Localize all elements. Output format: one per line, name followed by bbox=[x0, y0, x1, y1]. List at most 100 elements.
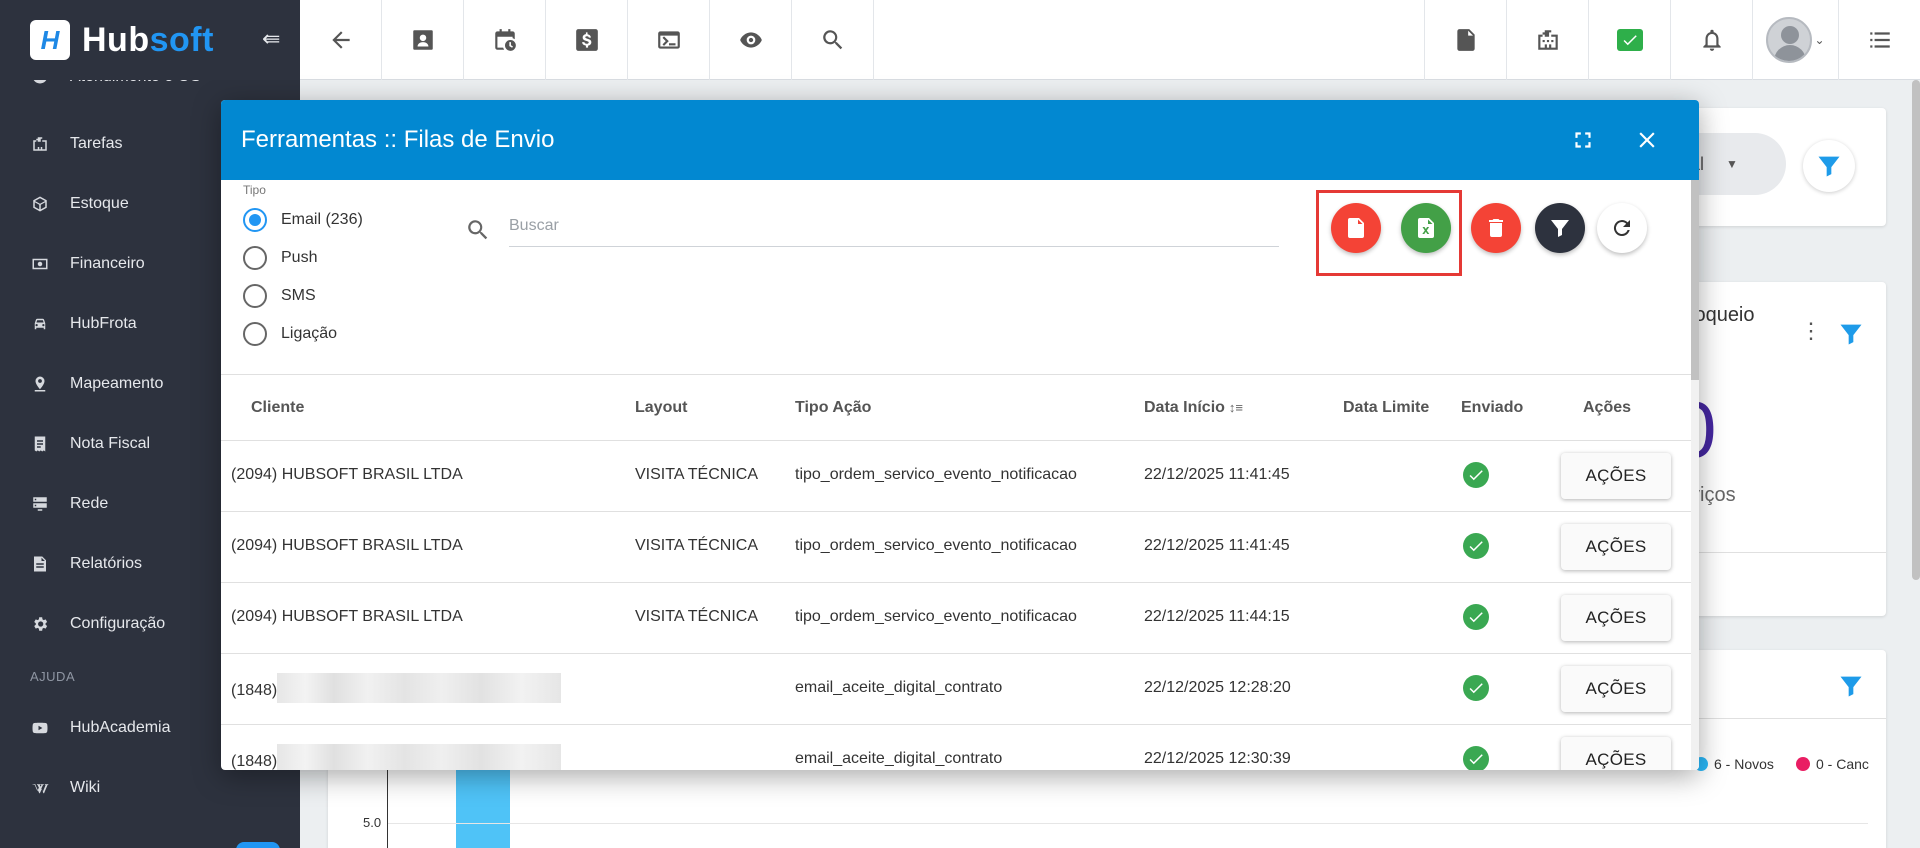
receipt-icon bbox=[30, 434, 50, 454]
radio-button[interactable] bbox=[243, 284, 267, 308]
brand[interactable]: H Hubsoft ⇚ bbox=[0, 0, 300, 80]
map-pin-icon bbox=[30, 374, 50, 394]
eye-icon bbox=[739, 32, 762, 48]
pdf-tools-button[interactable] bbox=[1424, 0, 1506, 80]
radio-button[interactable] bbox=[243, 246, 267, 270]
acoes-button[interactable]: AÇÕES bbox=[1561, 595, 1671, 641]
notifications-button[interactable] bbox=[1670, 0, 1752, 80]
youtube-icon bbox=[30, 718, 50, 738]
chart-filter-button[interactable] bbox=[1825, 660, 1877, 712]
sidebar-item-label: Relatórios bbox=[70, 555, 143, 572]
finance-button[interactable] bbox=[546, 0, 628, 80]
dashboard-period-select[interactable]: al▼ bbox=[1690, 133, 1786, 195]
card-title: loqueio bbox=[1690, 304, 1755, 326]
cell-tipo-acao: tipo_ordem_servico_evento_notificacao bbox=[795, 608, 1077, 625]
cell-data-inicio: 22/12/2025 11:41:45 bbox=[1144, 466, 1290, 483]
tasks-check-button[interactable] bbox=[1588, 0, 1670, 80]
col-cliente[interactable]: Cliente bbox=[251, 399, 304, 417]
terminal-button[interactable] bbox=[628, 0, 710, 80]
col-data-inicio-wrap[interactable]: Data Início ↕≡ bbox=[1144, 399, 1243, 417]
wikipedia-icon bbox=[30, 778, 50, 798]
filter-button[interactable] bbox=[1535, 203, 1585, 253]
list-icon bbox=[1869, 32, 1890, 48]
topbar: ⌄ bbox=[300, 0, 1920, 80]
dashboard-filter-button[interactable] bbox=[1803, 140, 1855, 192]
redacted-text bbox=[277, 673, 562, 703]
radio-label: Ligação bbox=[281, 325, 338, 342]
col-layout[interactable]: Layout bbox=[635, 399, 687, 417]
tipo-radio-option[interactable]: Email (236) bbox=[243, 208, 363, 232]
user-menu[interactable]: ⌄ bbox=[1752, 0, 1838, 80]
filter-icon bbox=[1551, 220, 1569, 237]
file-icon bbox=[30, 554, 50, 574]
bell-icon bbox=[1702, 29, 1721, 51]
collapse-sidebar-icon[interactable]: ⇚ bbox=[262, 26, 280, 52]
tipo-radio-option[interactable]: Push bbox=[243, 246, 317, 270]
table-header: Cliente Layout Tipo Ação Data Início ↕≡ D… bbox=[221, 375, 1691, 441]
sent-check-icon bbox=[1463, 533, 1489, 559]
terminal-icon bbox=[657, 31, 680, 49]
back-button[interactable] bbox=[300, 0, 382, 80]
tipo-radio-option[interactable]: SMS bbox=[243, 284, 316, 308]
export-excel-button[interactable] bbox=[1401, 203, 1451, 253]
acoes-button[interactable]: AÇÕES bbox=[1561, 666, 1671, 712]
acoes-button[interactable]: AÇÕES bbox=[1561, 524, 1671, 570]
col-enviado[interactable]: Enviado bbox=[1461, 399, 1523, 417]
page-scrollbar[interactable] bbox=[1912, 80, 1920, 580]
sent-check-icon bbox=[1463, 462, 1489, 488]
cell-cliente: (2094) HUBSOFT BRASIL LTDA bbox=[231, 537, 463, 554]
radio-button[interactable] bbox=[243, 322, 267, 346]
close-icon bbox=[1639, 132, 1655, 148]
delete-button[interactable] bbox=[1471, 203, 1521, 253]
refresh-icon bbox=[1613, 220, 1630, 237]
box-icon bbox=[30, 194, 50, 214]
filter-icon bbox=[1840, 324, 1862, 345]
car-icon bbox=[30, 314, 50, 334]
cell-data-inicio: 22/12/2025 12:30:39 bbox=[1144, 750, 1291, 767]
acoes-button[interactable]: AÇÕES bbox=[1561, 737, 1671, 770]
filter-area: Tipo Email (236) Push SMS Ligação bbox=[221, 180, 1699, 375]
fullscreen-button[interactable] bbox=[1567, 124, 1599, 156]
table-row: (2094) HUBSOFT BRASIL LTDA VISITA TÉCNICA… bbox=[221, 583, 1691, 654]
calendar-clock-icon bbox=[494, 29, 516, 51]
cell-data-inicio: 22/12/2025 11:41:45 bbox=[1144, 537, 1290, 554]
chart-bar bbox=[456, 770, 510, 848]
search-input[interactable] bbox=[509, 205, 1279, 247]
arrow-left-icon bbox=[331, 31, 350, 49]
sidebar-item-label: Configuração bbox=[70, 615, 166, 632]
chevron-down-icon: ▼ bbox=[1726, 157, 1738, 171]
contact-card-icon bbox=[412, 30, 433, 50]
tipo-radio-option[interactable]: Ligação bbox=[243, 322, 337, 346]
card-filter-button[interactable] bbox=[1825, 308, 1877, 360]
export-pdf-button[interactable] bbox=[1331, 203, 1381, 253]
cell-tipo-acao: tipo_ordem_servico_evento_notificacao bbox=[795, 537, 1077, 554]
table-body: (2094) HUBSOFT BRASIL LTDA VISITA TÉCNICA… bbox=[221, 441, 1691, 770]
filas-envio-modal: Ferramentas :: Filas de Envio Tipo Email… bbox=[221, 100, 1699, 770]
search-icon bbox=[822, 30, 842, 50]
col-data-limite[interactable]: Data Limite bbox=[1343, 399, 1429, 417]
sidebar-item-label: HubAcademia bbox=[70, 719, 171, 736]
col-data-inicio: Data Início bbox=[1144, 398, 1225, 416]
filter-icon bbox=[1840, 676, 1862, 697]
gear-icon bbox=[30, 614, 50, 634]
calendar-button[interactable] bbox=[464, 0, 546, 80]
refresh-button[interactable] bbox=[1597, 203, 1647, 253]
avatar bbox=[1766, 17, 1813, 63]
modal-scrollbar[interactable] bbox=[1691, 180, 1699, 770]
col-tipo-acao[interactable]: Tipo Ação bbox=[795, 399, 871, 417]
contacts-button[interactable] bbox=[382, 0, 464, 80]
cell-tipo-acao: tipo_ordem_servico_evento_notificacao bbox=[795, 466, 1077, 483]
more-vert-icon[interactable]: ⋮ bbox=[1800, 318, 1822, 344]
radio-button[interactable] bbox=[243, 208, 267, 232]
view-button[interactable] bbox=[710, 0, 792, 80]
brand-name: Hubsoft bbox=[82, 20, 214, 59]
sidebar-item-label: Wiki bbox=[70, 779, 101, 796]
chart-legend-canc: 0 - Canc bbox=[1796, 756, 1869, 772]
modal-scrollbar-thumb[interactable] bbox=[1691, 180, 1699, 380]
acoes-button[interactable]: AÇÕES bbox=[1561, 453, 1671, 499]
search-button[interactable] bbox=[792, 0, 874, 80]
building-icon bbox=[1537, 30, 1558, 50]
menu-list-button[interactable] bbox=[1838, 0, 1920, 80]
building-button[interactable] bbox=[1506, 0, 1588, 80]
close-button[interactable] bbox=[1631, 124, 1663, 156]
